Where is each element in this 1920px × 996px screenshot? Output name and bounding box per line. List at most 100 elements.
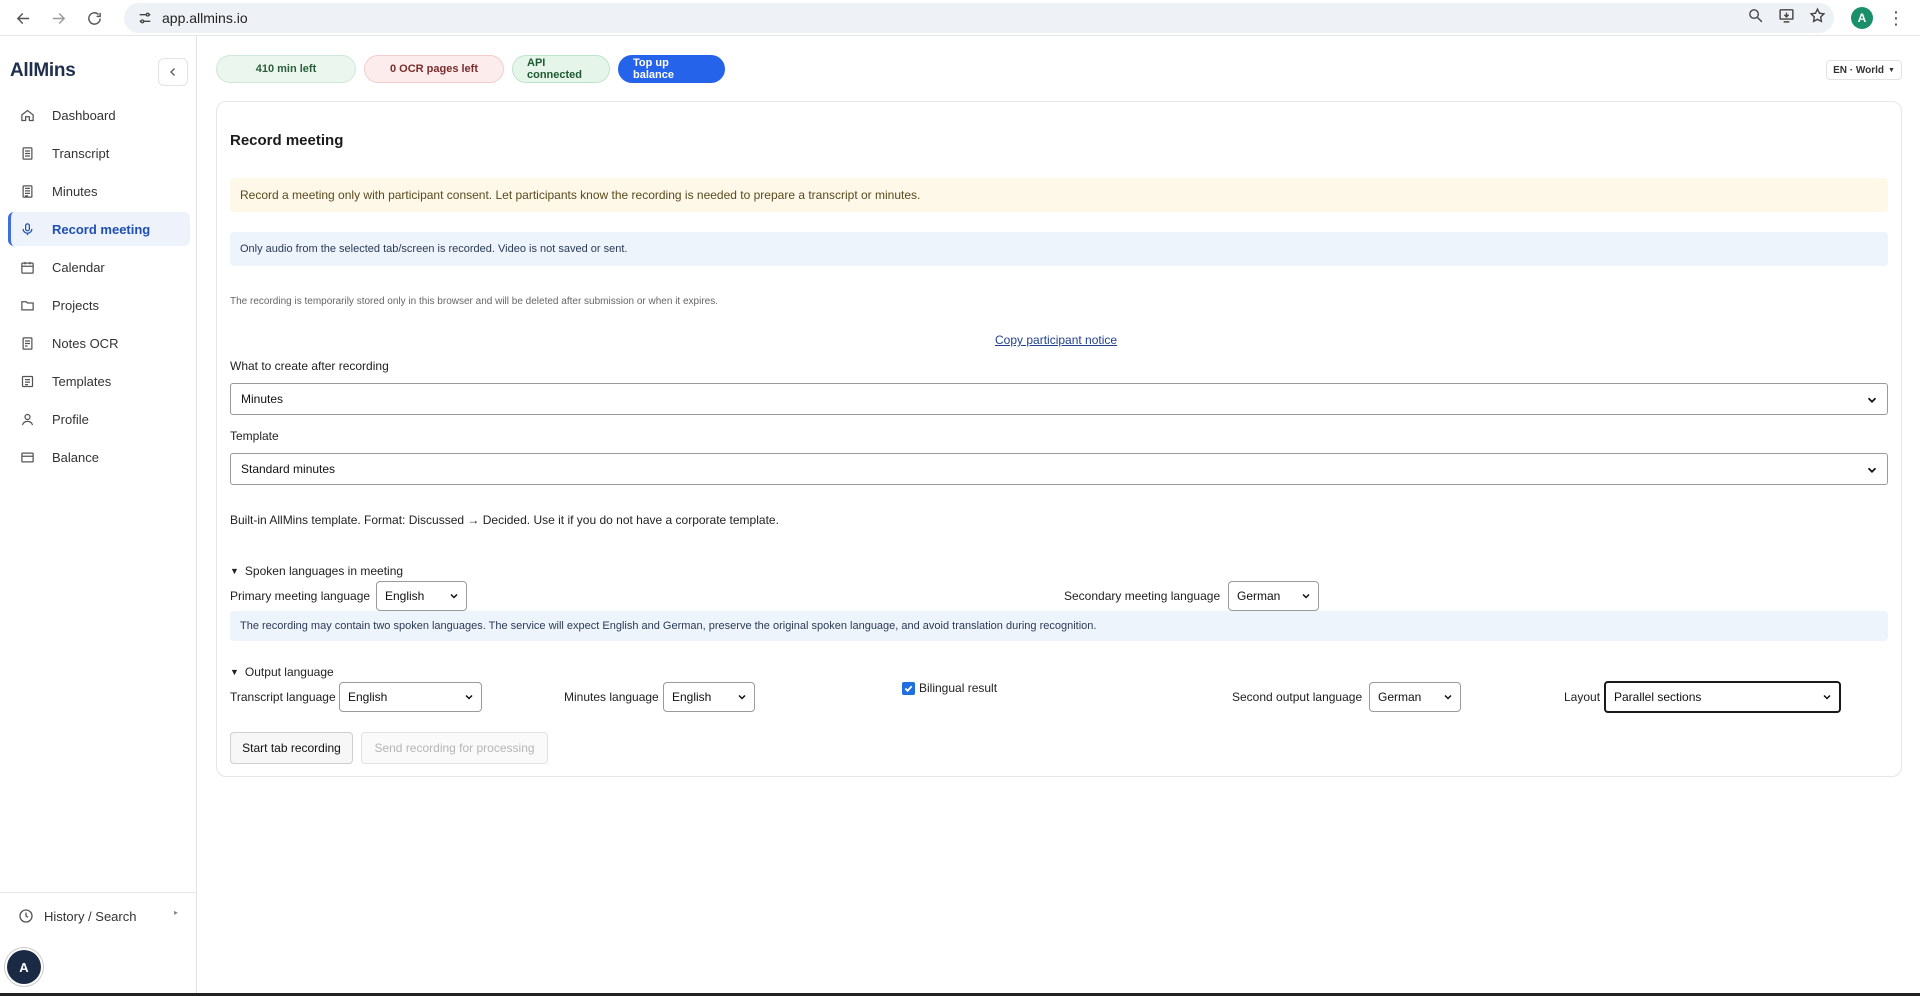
chevron-down-icon	[450, 593, 458, 599]
sidebar-item-label: Notes OCR	[52, 335, 119, 351]
api-status-badge: API connected	[512, 55, 610, 83]
checkmark-icon	[904, 685, 913, 693]
app-logo[interactable]: AllMins	[10, 60, 76, 82]
top-up-balance-button[interactable]: Top up balance	[618, 55, 725, 83]
sidebar-item-transcript[interactable]: Transcript	[8, 136, 190, 170]
caret-down-icon: ▼	[1888, 66, 1895, 74]
triangle-down-icon: ▼	[230, 667, 239, 677]
primary-language-select[interactable]: English	[376, 581, 467, 611]
history-search-toggle[interactable]: History / Search ▸	[18, 908, 178, 924]
chevron-left-icon	[170, 68, 175, 76]
audio-notice: Only audio from the selected tab/screen …	[230, 232, 1888, 266]
card-icon	[18, 448, 36, 466]
install-app-icon[interactable]	[1778, 7, 1795, 29]
sidebar-item-balance[interactable]: Balance	[8, 440, 190, 474]
minutes-left-badge: 410 min left	[216, 55, 356, 83]
document-icon	[18, 144, 36, 162]
primary-language-value: English	[385, 589, 425, 603]
sidebar-item-profile[interactable]: Profile	[8, 402, 190, 436]
sidebar-item-notes-ocr[interactable]: Notes OCR	[8, 326, 190, 360]
bilingual-result-checkbox[interactable]	[902, 682, 915, 695]
primary-language-label: Primary meeting language	[230, 589, 371, 603]
minutes-language-select[interactable]: English	[663, 682, 755, 712]
bookmark-star-icon[interactable]	[1809, 7, 1826, 29]
sidebar: AllMins Dashboard Transcript Minutes Rec…	[0, 36, 197, 996]
user-avatar[interactable]: A	[7, 950, 41, 984]
bilingual-result-label: Bilingual result	[919, 681, 998, 695]
spoken-languages-toggle[interactable]: ▼ Spoken languages in meeting	[230, 564, 403, 578]
second-output-language-label: Second output language	[1232, 690, 1363, 704]
create-after-select[interactable]: Minutes	[230, 383, 1888, 415]
browser-toolbar: app.allmins.io A ⋮	[0, 0, 1920, 36]
transcript-language-label: Transcript language	[230, 690, 336, 704]
calendar-icon	[18, 258, 36, 276]
create-after-value: Minutes	[241, 392, 284, 406]
browser-profile-avatar[interactable]: A	[1851, 7, 1873, 29]
browser-menu-icon[interactable]: ⋮	[1887, 6, 1905, 30]
layout-select[interactable]: Parallel sections	[1604, 681, 1841, 713]
minutes-language-label: Minutes language	[564, 690, 659, 704]
sidebar-item-label: Transcript	[52, 145, 110, 161]
sidebar-item-label: Profile	[52, 411, 89, 427]
consent-notice: Record a meeting only with participant c…	[230, 178, 1888, 212]
second-output-language-value: German	[1378, 690, 1422, 704]
chevron-down-icon	[1302, 593, 1310, 599]
output-language-toggle[interactable]: ▼ Output language	[230, 665, 334, 679]
secondary-language-label: Secondary meeting language	[1064, 589, 1221, 603]
reload-icon[interactable]	[76, 0, 112, 36]
site-settings-icon[interactable]	[130, 10, 160, 26]
home-icon	[18, 106, 36, 124]
template-help-text: Built-in AllMins template. Format: Discu…	[230, 513, 779, 527]
scan-document-icon	[18, 334, 36, 352]
folder-icon	[18, 296, 36, 314]
sidebar-item-label: Calendar	[52, 259, 105, 275]
spoken-languages-label: Spoken languages in meeting	[244, 564, 404, 578]
transcript-language-select[interactable]: English	[339, 682, 482, 712]
template-icon	[18, 372, 36, 390]
storage-note: The recording is temporarily stored only…	[230, 296, 719, 307]
sidebar-item-calendar[interactable]: Calendar	[8, 250, 190, 284]
chevron-right-icon: ▸	[174, 908, 179, 917]
chevron-down-icon	[738, 694, 746, 700]
sidebar-item-templates[interactable]: Templates	[8, 364, 190, 398]
template-select[interactable]: Standard minutes	[230, 453, 1888, 485]
sidebar-item-record-meeting[interactable]: Record meeting	[8, 212, 190, 246]
sidebar-item-label: Record meeting	[52, 221, 151, 237]
sidebar-item-label: Dashboard	[52, 107, 116, 123]
secondary-language-value: German	[1237, 589, 1281, 603]
chevron-down-icon	[465, 694, 473, 700]
create-after-label: What to create after recording	[230, 359, 389, 373]
sidebar-item-label: Projects	[52, 297, 99, 313]
back-icon[interactable]	[5, 0, 41, 36]
secondary-language-select[interactable]: German	[1228, 581, 1319, 611]
locale-value: EN · World	[1833, 64, 1884, 76]
url-text: app.allmins.io	[162, 10, 248, 26]
collapse-sidebar-button[interactable]	[158, 58, 188, 86]
record-meeting-card: Record meeting Record a meeting only wit…	[216, 101, 1902, 777]
zoom-icon[interactable]	[1747, 7, 1764, 29]
template-value: Standard minutes	[241, 462, 336, 476]
transcript-language-value: English	[348, 690, 388, 704]
status-bar: 410 min left 0 OCR pages left API connec…	[216, 55, 725, 83]
sidebar-item-label: Templates	[52, 373, 112, 389]
copy-participant-notice-link[interactable]: Copy participant notice	[995, 333, 1117, 347]
send-recording-button[interactable]: Send recording for processing	[361, 732, 548, 764]
sidebar-item-minutes[interactable]: Minutes	[8, 174, 190, 208]
sidebar-item-label: Balance	[52, 449, 99, 465]
forward-icon[interactable]	[40, 0, 76, 36]
history-search-label: History / Search	[44, 908, 137, 924]
sidebar-item-projects[interactable]: Projects	[8, 288, 190, 322]
sidebar-item-dashboard[interactable]: Dashboard	[8, 98, 190, 132]
triangle-down-icon: ▼	[230, 566, 239, 576]
chevron-down-icon	[1444, 694, 1452, 700]
second-output-language-select[interactable]: German	[1369, 682, 1461, 712]
microphone-icon	[18, 220, 36, 238]
address-bar[interactable]: app.allmins.io	[124, 3, 1834, 33]
sidebar-nav: Dashboard Transcript Minutes Record meet…	[8, 98, 190, 478]
chevron-down-icon	[1867, 467, 1877, 473]
start-tab-recording-button[interactable]: Start tab recording	[230, 732, 353, 764]
sidebar-divider	[0, 892, 196, 893]
locale-select[interactable]: EN · World ▼	[1826, 60, 1902, 80]
template-label: Template	[230, 429, 279, 443]
sidebar-item-label: Minutes	[52, 183, 98, 199]
